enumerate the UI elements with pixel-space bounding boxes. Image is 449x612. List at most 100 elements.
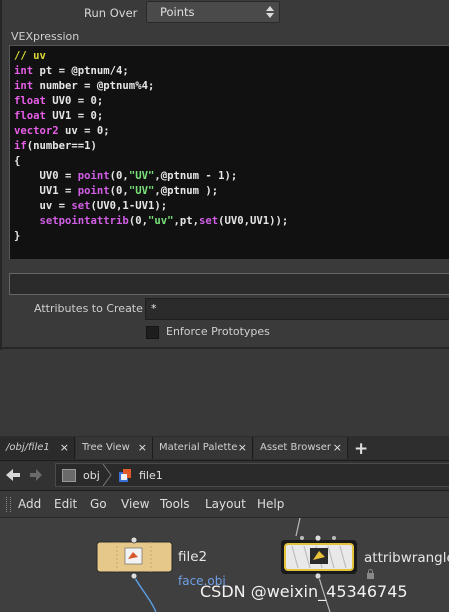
tab-label: Material Palette <box>159 442 238 453</box>
parameter-panel: Run Over Points VEXpression // uv int pt … <box>0 0 449 350</box>
code-token: (0, <box>109 185 129 197</box>
code-token: "uv" <box>147 215 174 227</box>
geometry-node-icon <box>119 469 131 482</box>
code-token: set <box>198 215 219 227</box>
code-line: float UV0 = 0; <box>14 94 288 109</box>
code-token: set <box>71 200 91 212</box>
network-path-field[interactable]: obj file1 <box>55 463 449 487</box>
code-token: (UV0,1-UV1); <box>90 200 168 212</box>
code-line: uv = set(UV0,1-UV1); <box>14 199 288 214</box>
menu-tools[interactable]: Tools <box>160 497 190 511</box>
code-token: point <box>77 170 110 182</box>
code-token: { <box>14 155 21 167</box>
network-editor[interactable]: file2 face.obj attribwrangle CSDN @weixi… <box>0 518 449 612</box>
breadcrumb-file1[interactable]: file1 <box>139 469 163 482</box>
code-token: setpointattrib <box>39 215 129 227</box>
panel-border <box>0 347 449 349</box>
code-line: vector2 uv = 0; <box>14 124 288 139</box>
node-wire <box>133 575 157 612</box>
attributes-to-create-label: Attributes to Create <box>34 302 143 315</box>
menu-view[interactable]: View <box>121 497 149 511</box>
menu-go[interactable]: Go <box>90 497 107 511</box>
close-icon[interactable]: × <box>238 441 247 454</box>
node-attribwrangle-label: attribwrangle <box>364 550 449 566</box>
code-lines: // uv int pt = @ptnum/4; int number = @ptn… <box>14 49 288 244</box>
code-line: setpointattrib(0,"uv",pt,set(UV0,UV1)); <box>14 214 289 229</box>
code-token: ,@ptnum - 1); <box>154 170 238 182</box>
obj-network-icon <box>62 469 76 482</box>
secondary-text-field[interactable] <box>9 273 449 295</box>
code-token: number = @ptnum%4; <box>33 80 155 92</box>
code-token: UV1 = <box>14 185 78 197</box>
code-token: UV1 = 0; <box>45 110 104 122</box>
tab-label: Tree View <box>82 442 130 453</box>
tab-label: Asset Browser <box>260 442 332 453</box>
code-token: (0, <box>128 215 148 227</box>
forward-arrow-icon[interactable] <box>29 468 43 482</box>
menu-help[interactable]: Help <box>257 497 284 511</box>
toolbar-grip-icon[interactable] <box>6 497 11 512</box>
code-token: // uv <box>14 50 46 62</box>
code-token: int <box>14 80 34 92</box>
attributes-to-create-input[interactable]: * <box>145 298 449 320</box>
code-line: int pt = @ptnum/4; <box>14 64 288 79</box>
code-token: pt = @ptnum/4; <box>33 65 129 77</box>
pane-tab-bar: /obj/file1 × Tree View × Material Palett… <box>0 436 449 461</box>
code-token: ,pt, <box>173 215 199 227</box>
code-line: UV1 = point(0,"UV",@ptnum ); <box>14 184 288 199</box>
panel-border <box>0 0 2 350</box>
run-over-value: Points <box>160 5 195 19</box>
enforce-prototypes-checkbox[interactable] <box>146 326 159 339</box>
menu-edit[interactable]: Edit <box>54 497 77 511</box>
menu-layout[interactable]: Layout <box>205 497 246 511</box>
watermark-text: CSDN @weixin_45346745 <box>200 582 408 601</box>
code-line: { <box>14 154 288 169</box>
enforce-prototypes-label: Enforce Prototypes <box>166 325 270 338</box>
run-over-dropdown[interactable]: Points <box>146 1 280 23</box>
code-token: } <box>14 230 21 242</box>
code-token: float <box>14 110 46 122</box>
code-line: // uv <box>14 49 288 64</box>
code-token: "UV" <box>128 185 155 197</box>
code-token: float <box>14 95 46 107</box>
code-token: int <box>14 65 34 77</box>
vexpression-label: VEXpression <box>11 30 80 43</box>
tab-tree-view[interactable]: Tree View × <box>76 437 153 459</box>
close-icon[interactable]: × <box>60 441 69 454</box>
node-wire <box>295 518 301 537</box>
code-token: UV0 = 0; <box>45 95 104 107</box>
dropdown-arrows-icon <box>266 6 274 18</box>
code-line: UV0 = point(0,"UV",@ptnum - 1); <box>14 169 288 184</box>
node-attribwrangle[interactable] <box>281 534 357 580</box>
code-token: ,@ptnum ); <box>154 185 219 197</box>
back-arrow-icon[interactable] <box>5 468 21 482</box>
code-token: (number==1) <box>26 140 97 152</box>
close-icon[interactable]: × <box>138 441 147 454</box>
menu-add[interactable]: Add <box>18 497 41 511</box>
code-token: (UV0,UV1)); <box>218 215 289 227</box>
code-line: if(number==1) <box>14 139 288 154</box>
tab-asset-browser[interactable]: Asset Browser × <box>254 437 348 459</box>
tab-label: /obj/file1 <box>6 442 50 453</box>
code-token: "UV" <box>128 170 155 182</box>
breadcrumb-obj[interactable]: obj <box>83 469 100 482</box>
node-file2[interactable] <box>96 536 173 580</box>
breadcrumb-separator-icon <box>102 464 112 486</box>
code-token: uv = <box>14 200 72 212</box>
tab-obj-file1[interactable]: /obj/file1 × <box>0 437 75 459</box>
pane-divider-area <box>0 350 449 436</box>
tab-material-palette[interactable]: Material Palette × <box>153 437 253 459</box>
code-token: if <box>14 140 27 152</box>
wrangle-node-icon <box>310 548 328 564</box>
lock-icon <box>367 569 374 579</box>
close-icon[interactable]: × <box>333 441 342 454</box>
add-tab-button[interactable]: + <box>354 439 368 459</box>
code-line: float UV1 = 0; <box>14 109 288 124</box>
vex-code-editor[interactable]: // uv int pt = @ptnum/4; int number = @ptn… <box>9 45 449 259</box>
node-file2-label: file2 <box>178 549 208 565</box>
run-over-label: Run Over <box>84 6 138 20</box>
code-token: (0, <box>109 170 129 182</box>
attributes-to-create-value: * <box>151 302 157 315</box>
code-line: } <box>14 229 288 244</box>
